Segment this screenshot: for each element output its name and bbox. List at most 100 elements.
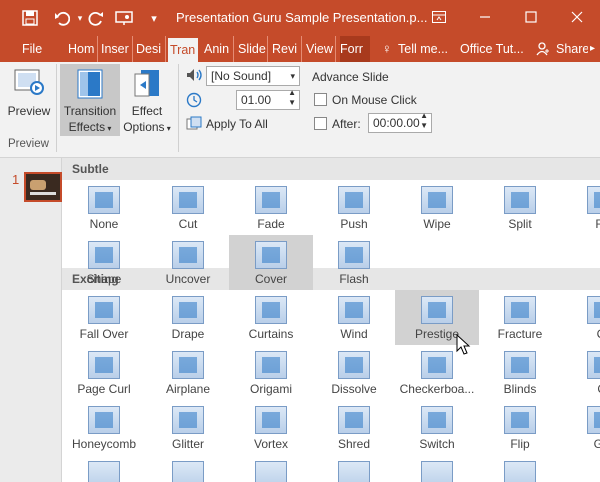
- sound-dropdown[interactable]: [No Sound] ▾: [206, 66, 300, 86]
- undo-icon[interactable]: [52, 8, 72, 28]
- tab-file[interactable]: File: [22, 36, 50, 62]
- transition-label: None: [89, 217, 119, 231]
- after-checkbox[interactable]: [314, 117, 327, 130]
- shape-icon: [88, 241, 120, 269]
- tab-animations[interactable]: Anin: [204, 36, 234, 62]
- fracture-icon: [504, 296, 536, 324]
- transition-more-icon[interactable]: [421, 461, 453, 482]
- tab-insert[interactable]: Inser: [101, 36, 133, 62]
- transition-wipe[interactable]: Wipe: [395, 180, 479, 235]
- transition-cut[interactable]: Cut: [146, 180, 230, 235]
- tell-me-search[interactable]: Tell me...: [398, 36, 454, 62]
- dissolve-icon: [338, 351, 370, 379]
- transition-fall-over[interactable]: Fall Over: [62, 290, 146, 345]
- drape-icon: [172, 296, 204, 324]
- re-icon: [587, 186, 600, 214]
- effect-options-icon: [134, 70, 159, 97]
- transition-label: Drape: [171, 327, 205, 341]
- spin-icon[interactable]: ▲ ▼: [420, 111, 428, 131]
- transition-effects-button[interactable]: Transition Effects ▾: [60, 64, 120, 136]
- transition-curtains[interactable]: Curtains: [229, 290, 313, 345]
- sound-icon: [186, 68, 204, 84]
- tab-format[interactable]: Forr: [340, 36, 370, 62]
- minimize-icon[interactable]: [472, 6, 498, 28]
- share-button[interactable]: Share: [556, 36, 588, 62]
- duration-field[interactable]: 01.00 ▲ ▼: [236, 88, 300, 110]
- transition-label: Checkerboa...: [399, 382, 475, 396]
- transition-wind[interactable]: Wind: [312, 290, 396, 345]
- transition-drape[interactable]: Drape: [146, 290, 230, 345]
- close-icon[interactable]: [564, 6, 590, 28]
- shred-icon: [338, 406, 370, 434]
- transition-page-curl[interactable]: Page Curl: [62, 345, 146, 400]
- flash-icon: [338, 241, 370, 269]
- transition-shape[interactable]: Shape: [62, 235, 146, 290]
- transition-flip[interactable]: Flip: [478, 400, 562, 455]
- transition-cr[interactable]: Cr: [561, 290, 600, 345]
- ribbon-tabs: File Hom Inser Desi Tran Anin Slide Revi…: [0, 36, 600, 62]
- transition-more-icon[interactable]: [88, 461, 120, 482]
- transition-label: Cut: [178, 217, 198, 231]
- transition-gal[interactable]: Gal: [561, 400, 600, 455]
- tab-slideshow[interactable]: Slide: [238, 36, 268, 62]
- wipe-icon: [421, 186, 453, 214]
- mouse-cursor-icon: [456, 334, 471, 355]
- transition-none[interactable]: None: [62, 180, 146, 235]
- transition-more-icon[interactable]: [504, 461, 536, 482]
- transition-fade[interactable]: Fade: [229, 180, 313, 235]
- transition-label: Fracture: [497, 327, 543, 341]
- transition-label: Vortex: [253, 437, 289, 451]
- slide-thumbnail[interactable]: [24, 172, 62, 202]
- transition-more-icon[interactable]: [255, 461, 287, 482]
- customize-icon[interactable]: ▾: [144, 8, 164, 28]
- wind-icon: [338, 296, 370, 324]
- preview-button[interactable]: Preview: [2, 64, 56, 130]
- share-arrow-icon[interactable]: ▸: [590, 36, 600, 62]
- spin-up-icon[interactable]: ▲ ▼: [288, 88, 296, 108]
- transition-effects-label-1: Transition: [63, 104, 117, 118]
- transition-push[interactable]: Push: [312, 180, 396, 235]
- transition-fracture[interactable]: Fracture: [478, 290, 562, 345]
- prestige-icon: [421, 296, 453, 324]
- transition-cover[interactable]: Cover: [229, 235, 313, 290]
- transition-split[interactable]: Split: [478, 180, 562, 235]
- transition-switch[interactable]: Switch: [395, 400, 479, 455]
- tab-view[interactable]: View: [306, 36, 336, 62]
- transition-uncover[interactable]: Uncover: [146, 235, 230, 290]
- transition-flash[interactable]: Flash: [312, 235, 396, 290]
- after-time-field[interactable]: 00:00.00 ▲ ▼: [368, 111, 432, 133]
- transition-dissolve[interactable]: Dissolve: [312, 345, 396, 400]
- transition-label: Origami: [249, 382, 292, 396]
- transition-blinds[interactable]: Blinds: [478, 345, 562, 400]
- transition-airplane[interactable]: Airplane: [146, 345, 230, 400]
- transition-honeycomb[interactable]: Honeycomb: [62, 400, 146, 455]
- preview-icon: [14, 69, 44, 95]
- save-icon[interactable]: [20, 8, 40, 28]
- tab-design[interactable]: Desi: [136, 36, 166, 62]
- transition-cl[interactable]: Cl: [561, 345, 600, 400]
- tab-review[interactable]: Revi: [272, 36, 302, 62]
- transition-re[interactable]: Re: [561, 180, 600, 235]
- transition-vortex[interactable]: Vortex: [229, 400, 313, 455]
- ribbon-display-icon[interactable]: [426, 6, 452, 28]
- tab-transitions[interactable]: Tran: [168, 38, 198, 62]
- tab-office-tutorials[interactable]: Office Tut...: [460, 36, 528, 62]
- slide-number: 1: [12, 172, 20, 187]
- advance-slide-label: Advance Slide: [312, 70, 389, 84]
- transition-more-icon[interactable]: [172, 461, 204, 482]
- maximize-icon[interactable]: [518, 6, 544, 28]
- transition-more-icon[interactable]: [338, 461, 370, 482]
- airplane-icon: [172, 351, 204, 379]
- transition-shred[interactable]: Shred: [312, 400, 396, 455]
- effect-options-button[interactable]: Effect Options ▾: [120, 64, 174, 136]
- apply-to-all-button[interactable]: Apply To All: [206, 117, 268, 131]
- transition-label: Switch: [419, 437, 455, 451]
- sound-value: [No Sound]: [211, 69, 272, 83]
- tab-home[interactable]: Hom: [68, 36, 98, 62]
- present-icon[interactable]: [114, 8, 134, 28]
- on-mouse-click-checkbox[interactable]: [314, 93, 327, 106]
- redo-icon[interactable]: [86, 8, 106, 28]
- transition-glitter[interactable]: Glitter: [146, 400, 230, 455]
- transition-origami[interactable]: Origami: [229, 345, 313, 400]
- checkerboa-icon: [421, 351, 453, 379]
